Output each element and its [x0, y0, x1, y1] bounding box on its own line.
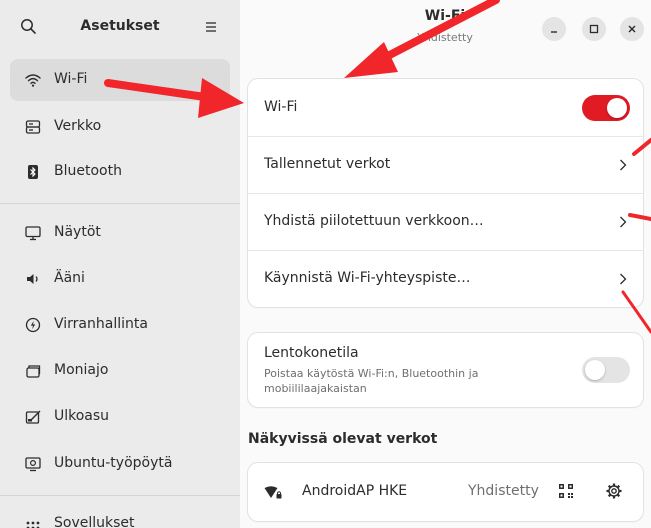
sidebar-item-label: Ulkoasu: [54, 408, 110, 424]
airplane-switch[interactable]: [582, 357, 630, 383]
sidebar-divider: [0, 203, 240, 204]
wifi-icon: [24, 71, 42, 89]
network-row[interactable]: AndroidAP HKE Yhdistetty: [248, 463, 643, 521]
power-icon: [24, 316, 42, 334]
switch-knob: [585, 360, 605, 380]
hidden-network-row[interactable]: Yhdistä piilotettuun verkkoon…: [248, 193, 643, 250]
sidebar-item-label: Ääni: [54, 270, 85, 286]
hotspot-label: Käynnistä Wi-Fi-yhteyspiste…: [264, 270, 471, 286]
switch-knob: [607, 98, 627, 118]
sidebar-divider: [0, 495, 240, 496]
sidebar-header: Asetukset: [0, 0, 240, 58]
airplane-description: Poistaa käytöstä Wi-Fi:n, Bluetoothin ja…: [264, 367, 479, 395]
main-panel: Wi-Fi Yhdistetty Wi-Fi Tallennetut verko…: [240, 0, 651, 528]
apps-icon: [24, 515, 42, 528]
airplane-title: Lentokonetila: [264, 345, 359, 361]
airplane-card: Lentokonetila Poistaa käytöstä Wi-Fi:n, …: [248, 333, 643, 407]
speaker-icon: [24, 270, 42, 288]
minimize-button[interactable]: [542, 17, 566, 41]
hotspot-row[interactable]: Käynnistä Wi-Fi-yhteyspiste…: [248, 250, 643, 307]
wifi-switch[interactable]: [582, 95, 630, 121]
sidebar-item-wifi[interactable]: Wi-Fi: [10, 59, 230, 101]
page-title: Wi-Fi: [424, 8, 466, 24]
network-name: AndroidAP HKE: [302, 483, 408, 499]
network-list-card: AndroidAP HKE Yhdistetty: [248, 463, 643, 521]
wifi-card: Wi-Fi Tallennetut verkot Yhdistä piilote…: [248, 79, 643, 307]
gear-icon[interactable]: [605, 482, 623, 500]
visible-networks-heading: Näkyvissä olevat verkot: [248, 431, 438, 447]
hidden-network-label: Yhdistä piilotettuun verkkoon…: [264, 213, 484, 229]
wifi-toggle-row[interactable]: Wi-Fi: [248, 79, 643, 136]
sidebar-item-label: Virranhallinta: [54, 316, 148, 332]
saved-networks-row[interactable]: Tallennetut verkot: [248, 136, 643, 193]
network-status: Yhdistetty: [468, 483, 539, 499]
close-button[interactable]: [620, 17, 644, 41]
hamburger-menu-icon[interactable]: [200, 16, 222, 38]
saved-networks-label: Tallennetut verkot: [264, 156, 391, 172]
sidebar-item-ubuntu-tyopoyta[interactable]: Ubuntu-työpöytä: [10, 443, 230, 485]
maximize-button[interactable]: [582, 17, 606, 41]
sidebar-item-label: Ubuntu-työpöytä: [54, 455, 173, 471]
display-icon: [24, 224, 42, 242]
sidebar-item-label: Moniajo: [54, 362, 109, 378]
maximize-icon: [589, 24, 599, 34]
close-icon: [628, 25, 636, 33]
sidebar-item-bluetooth[interactable]: Bluetooth: [10, 151, 230, 193]
connection-status: Yhdistetty: [417, 31, 473, 44]
sidebar-item-label: Wi-Fi: [54, 71, 88, 87]
appearance-icon: [24, 408, 42, 426]
sidebar-item-aani[interactable]: Ääni: [10, 258, 230, 300]
sidebar-item-sovellukset[interactable]: Sovellukset: [10, 503, 230, 528]
sidebar-item-moniajo[interactable]: Moniajo: [10, 350, 230, 392]
chevron-right-icon: [620, 216, 627, 228]
wifi-label: Wi-Fi: [264, 99, 298, 115]
sidebar-item-naytot[interactable]: Näytöt: [10, 212, 230, 254]
sidebar-item-label: Sovellukset: [54, 515, 135, 528]
chevron-right-icon: [620, 273, 627, 285]
sidebar-item-label: Verkko: [54, 118, 102, 134]
sidebar-item-label: Bluetooth: [54, 163, 122, 179]
wifi-locked-icon: [264, 485, 284, 504]
qr-code-icon[interactable]: [558, 483, 574, 499]
sidebar-item-ulkoasu[interactable]: Ulkoasu: [10, 396, 230, 438]
multitasking-icon: [24, 362, 42, 380]
chevron-right-icon: [620, 159, 627, 171]
sidebar: Asetukset Wi-Fi Verkko Bluetooth Näytöt: [0, 0, 240, 528]
sidebar-item-label: Näytöt: [54, 224, 101, 240]
minimize-icon: [551, 31, 557, 33]
ubuntu-desktop-icon: [24, 455, 42, 473]
sidebar-item-verkko[interactable]: Verkko: [10, 106, 230, 148]
sidebar-item-virranhallinta[interactable]: Virranhallinta: [10, 304, 230, 346]
network-icon: [24, 118, 42, 136]
bluetooth-icon: [24, 163, 42, 181]
